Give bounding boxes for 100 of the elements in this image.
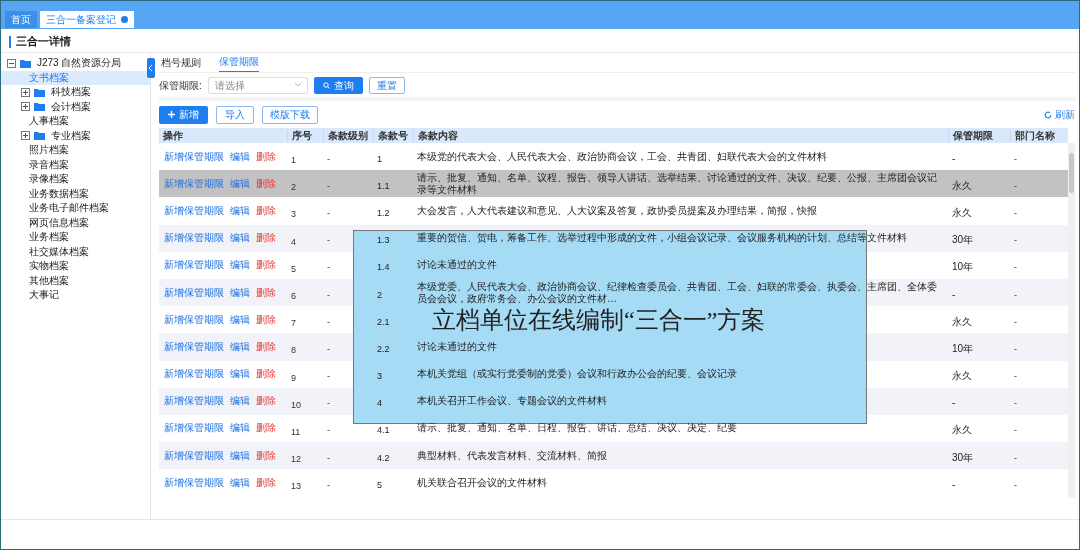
expand-icon[interactable] <box>21 102 30 112</box>
add-period-link[interactable]: 新增保管期限 <box>164 476 224 489</box>
delete-link[interactable]: 删除 <box>256 449 276 462</box>
add-period-link[interactable]: 新增保管期限 <box>164 368 224 381</box>
table-row[interactable]: 新增保管期限 编辑 删除 12 - 4.2 典型材料、代表发言材料、交流材料、简报 30年 - <box>159 442 1068 470</box>
delete-link[interactable]: 删除 <box>256 150 276 163</box>
edit-link[interactable]: 编辑 <box>230 313 250 326</box>
table-cell: 30年 <box>952 234 974 246</box>
edit-link[interactable]: 编辑 <box>230 259 250 272</box>
add-period-link[interactable]: 新增保管期限 <box>164 286 224 299</box>
table-row[interactable]: 新增保管期限 编辑 删除 2 - 1.1 请示、批复、通知、名单、议程、报告、领导人讲话、选举结果、讨论通过的文件、决议、纪要、公报、主席团会议记录等文件材料 永久 - <box>159 170 1068 198</box>
add-period-link[interactable]: 新增保管期限 <box>164 422 224 435</box>
edit-link[interactable]: 编辑 <box>230 286 250 299</box>
tab[interactable]: 三合一备案登记 <box>40 11 134 28</box>
add-period-link[interactable]: 新增保管期限 <box>164 232 224 245</box>
table-cell: - <box>1014 452 1017 463</box>
edit-link[interactable]: 编辑 <box>230 204 250 217</box>
select-field[interactable]: 请选择 <box>207 76 308 94</box>
tree-item[interactable]: 科技档案 <box>49 86 93 99</box>
table-cell: - <box>1014 207 1017 218</box>
tree-item[interactable]: 网页信息档案 <box>27 216 91 229</box>
scrollbar[interactable] <box>1068 143 1075 498</box>
delete-link[interactable]: 删除 <box>256 313 276 326</box>
table-cell: - <box>327 235 330 246</box>
table-cell: 永久 <box>952 315 972 327</box>
import-button[interactable]: 导入 <box>216 105 254 124</box>
tree-item[interactable]: 其他档案 <box>27 274 71 287</box>
table-cell-text: 机关联合召开会议的文件材料 <box>417 476 548 489</box>
template-download-button[interactable]: 模版下载 <box>262 105 318 124</box>
edit-link[interactable]: 编辑 <box>230 449 250 462</box>
tree-item[interactable]: 实物档案 <box>27 260 71 273</box>
tree-item[interactable]: J273 自然资源分局 <box>35 57 124 70</box>
table-cell: 4 <box>291 236 296 247</box>
table-cell: - <box>327 371 330 382</box>
tab[interactable]: 保管期限 <box>219 56 259 72</box>
folder-icon <box>34 87 45 97</box>
add-period-link[interactable]: 新增保管期限 <box>164 204 224 217</box>
collapse-icon[interactable] <box>7 58 16 68</box>
tree-item[interactable]: 照片档案 <box>27 144 71 157</box>
delete-link[interactable]: 删除 <box>256 204 276 217</box>
tree-item[interactable]: 业务电子邮件档案 <box>27 202 111 215</box>
tree-item[interactable]: 录像档案 <box>27 173 71 186</box>
delete-link[interactable]: 删除 <box>256 395 276 408</box>
table-cell: 4.2 <box>377 452 390 463</box>
expand-icon[interactable] <box>21 87 30 97</box>
table-cell-text: 讨论未通过的文件 <box>417 340 498 353</box>
tree-item[interactable]: 社交媒体档案 <box>27 245 91 258</box>
table-cell: - <box>952 288 956 300</box>
tree-item[interactable]: 大事记 <box>27 289 61 302</box>
edit-link[interactable]: 编辑 <box>230 368 250 381</box>
add-period-link[interactable]: 新增保管期限 <box>164 177 224 190</box>
edit-link[interactable]: 编辑 <box>230 150 250 163</box>
table-cell: 5 <box>291 263 296 274</box>
tree-item[interactable]: 专业档案 <box>49 129 93 142</box>
delete-link[interactable]: 删除 <box>256 476 276 489</box>
table-cell: 4.1 <box>377 425 390 436</box>
edit-link[interactable]: 编辑 <box>230 395 250 408</box>
delete-link[interactable]: 删除 <box>256 368 276 381</box>
delete-link[interactable]: 删除 <box>256 422 276 435</box>
table-cell-text: 大会发言，人大代表建议和意见、人大议案及答复，政协委员提案及办理结果，简报，快报 <box>417 204 818 217</box>
table-cell: 5 <box>377 479 382 490</box>
table-cell: - <box>327 153 330 164</box>
delete-link[interactable]: 删除 <box>256 286 276 299</box>
delete-link[interactable]: 删除 <box>256 340 276 353</box>
tab[interactable]: 首页 <box>5 11 37 28</box>
table-cell: 4 <box>377 398 382 409</box>
table-cell: 10 <box>291 399 301 410</box>
edit-link[interactable]: 编辑 <box>230 476 250 489</box>
search-button[interactable]: 查询 <box>313 76 363 94</box>
tree-item[interactable]: 业务数据档案 <box>27 187 91 200</box>
tab[interactable]: 档号规则 <box>161 57 201 72</box>
column-header: 序号 <box>287 129 323 142</box>
table-cell: - <box>1014 262 1017 273</box>
edit-link[interactable]: 编辑 <box>230 340 250 353</box>
tree-item[interactable]: 业务档案 <box>27 231 71 244</box>
folder-icon <box>34 102 45 112</box>
add-button[interactable]: 新增 <box>159 105 208 124</box>
table-cell: - <box>1014 425 1017 436</box>
delete-link[interactable]: 删除 <box>256 259 276 272</box>
plus-icon <box>168 111 175 118</box>
add-period-link[interactable]: 新增保管期限 <box>164 395 224 408</box>
edit-link[interactable]: 编辑 <box>230 232 250 245</box>
add-period-link[interactable]: 新增保管期限 <box>164 150 224 163</box>
table-cell: - <box>327 180 330 191</box>
add-period-link[interactable]: 新增保管期限 <box>164 449 224 462</box>
reset-button[interactable]: 重置 <box>368 76 405 94</box>
add-period-link[interactable]: 新增保管期限 <box>164 259 224 272</box>
add-period-link[interactable]: 新增保管期限 <box>164 313 224 326</box>
table-cell: 1 <box>377 153 382 164</box>
table-cell: - <box>327 343 330 354</box>
expand-icon[interactable] <box>21 131 30 141</box>
tree-item[interactable]: 录音档案 <box>27 158 71 171</box>
edit-link[interactable]: 编辑 <box>230 422 250 435</box>
refresh-button[interactable]: 刷新 <box>1044 107 1075 122</box>
tree-item[interactable]: 人事档案 <box>27 115 71 128</box>
delete-link[interactable]: 删除 <box>256 232 276 245</box>
edit-link[interactable]: 编辑 <box>230 177 250 190</box>
add-period-link[interactable]: 新增保管期限 <box>164 340 224 353</box>
collapse-panel-button[interactable] <box>147 58 155 78</box>
tree-item[interactable]: 会计档案 <box>49 100 93 113</box>
